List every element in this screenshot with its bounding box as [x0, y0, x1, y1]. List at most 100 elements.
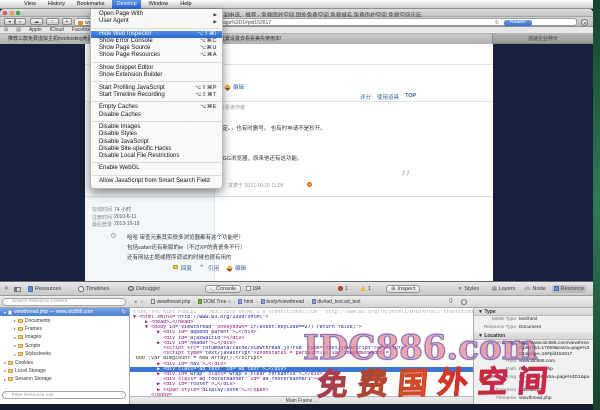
pretty-print-icon[interactable]: {}	[449, 298, 453, 304]
edit-link[interactable]: 编辑	[233, 83, 244, 91]
top-link[interactable]: TOP	[405, 93, 416, 99]
reader-button[interactable]: Reader	[504, 20, 532, 26]
breadcrumb-html[interactable]: html	[238, 299, 253, 305]
menubar-item-view[interactable]: View	[20, 0, 40, 9]
sidebar-tab-layers[interactable]: ▤Layers	[492, 286, 515, 292]
resources-icon	[28, 286, 33, 292]
new-tab-button[interactable]: +	[62, 18, 72, 25]
settings-gear-icon[interactable]	[461, 299, 467, 305]
tree-item-local-storage[interactable]: ▸Local Storage	[0, 367, 129, 375]
inspector-tab-debugger[interactable]: Debugger	[128, 286, 160, 292]
menu-separator	[92, 175, 221, 176]
back-button[interactable]: ◂	[4, 18, 15, 25]
nav-back-icon[interactable]: ◂	[134, 299, 137, 305]
filter-resource-input[interactable]	[2, 391, 126, 399]
element-icon	[238, 299, 242, 304]
close-inspector-icon[interactable]: ✕	[4, 286, 9, 292]
menu-item-disable-site-specific-hacks[interactable]: Disable Site-specific Hacks	[91, 146, 222, 153]
menu-item-show-snippet-editor[interactable]: Show Snippet Editor	[91, 65, 222, 72]
breadcrumb: viewthread.php› DOM Tree⇵› html› body#vi…	[151, 299, 361, 305]
bookmarks-list-icon[interactable]: ▤	[16, 27, 21, 33]
breadcrumb-body[interactable]: body#viewthread	[261, 299, 304, 305]
document-count-badge[interactable]: 194	[246, 286, 261, 292]
reply-link[interactable]: 回复	[181, 264, 192, 272]
minimize-window-button[interactable]	[10, 11, 14, 15]
menu-item-open-page-with[interactable]: Open Page With▶	[91, 11, 222, 18]
submenu-arrow-icon: ▶	[214, 18, 217, 25]
menu-item-disable-styles[interactable]: Disable Styles	[91, 131, 222, 138]
menubar-item-window[interactable]: Window	[145, 0, 173, 9]
menu-item-allow-javascript-from-smart-search-field[interactable]: Allow JavaScript from Smart Search Field	[91, 178, 222, 185]
nav-forward-icon[interactable]: ▸	[141, 299, 144, 305]
menu-item-empty-caches[interactable]: Empty Caches⌥⌘E	[91, 104, 222, 111]
console-button[interactable]: ›_Console	[205, 285, 241, 293]
menu-item-enable-webgl[interactable]: Enable WebGL	[91, 165, 222, 172]
menu-item-disable-images[interactable]: Disable Images	[91, 124, 222, 131]
breadcrumb-file[interactable]: viewthread.php	[151, 299, 190, 305]
bookmark-apple[interactable]: Apple	[29, 27, 42, 33]
gear-icon[interactable]	[581, 19, 588, 26]
user-status-icon[interactable]: +	[111, 233, 116, 238]
menubar-item-bookmarks[interactable]: Bookmarks	[73, 0, 109, 9]
zoom-window-button[interactable]	[16, 11, 20, 15]
inspect-button[interactable]: ⊕Inspect	[386, 285, 420, 293]
menu-item-start-timeline-recording[interactable]: Start Timeline Recording⌥⇧⌘T	[91, 92, 222, 99]
stat-value: 74 小时	[114, 206, 131, 213]
forward-button[interactable]: ▸	[15, 18, 26, 25]
section-header-type[interactable]: ▼ Type	[474, 308, 593, 316]
submenu-arrow-icon: ▶	[214, 11, 217, 18]
menu-item-hide-web-inspector[interactable]: Hide Web Inspector⌥⇧⌘I	[91, 31, 222, 38]
element-icon	[261, 299, 265, 304]
tree-item-images[interactable]: ▸Images	[0, 333, 129, 341]
menu-item-disable-javascript[interactable]: Disable JavaScript	[91, 139, 222, 146]
tab-inactive[interactable]: 测速企业特价	[493, 34, 593, 44]
console-prompt-icon: ›_	[210, 286, 214, 291]
tree-item-session-storage[interactable]: ▸Session Storage	[0, 375, 129, 383]
quote-link[interactable]: 引用	[208, 264, 219, 272]
inspector-tab-resources[interactable]: Resources	[28, 286, 61, 292]
tree-item-documents[interactable]: ▸Documents	[0, 316, 129, 324]
watermark-chinese: 免费国外空间	[316, 356, 560, 404]
bookmarks-bar: ⊞ ▤ Apple iCloud Facebook	[0, 27, 593, 34]
error-count-badge[interactable]: 1	[338, 286, 348, 292]
share-button[interactable]: ↑	[46, 18, 59, 25]
bookmark-icloud[interactable]: iCloud	[50, 27, 64, 33]
file-icon	[151, 299, 155, 304]
stat-label: 在线时间	[92, 206, 112, 213]
tree-item-scripts[interactable]: ▸Scripts	[0, 342, 129, 350]
reload-icon[interactable]: ↻	[495, 20, 499, 26]
menu-item-user-agent[interactable]: User Agent▶	[91, 18, 222, 25]
edit-link2[interactable]: 编辑	[235, 264, 246, 272]
folder-icon	[8, 369, 13, 373]
menubar-item-help[interactable]: Help	[176, 0, 195, 9]
rate-link[interactable]: 评分	[360, 93, 371, 101]
breadcrumb-div-ad-text[interactable]: div#ad_text.ad_text	[312, 299, 361, 305]
use-tools-link[interactable]: 使用道具	[377, 93, 399, 101]
tree-item-cookies[interactable]: ▸Cookies	[0, 358, 129, 366]
reload-resource-icon[interactable]: ↻	[122, 309, 129, 315]
tree-root-viewthread[interactable]: ▾viewthread.php — www.idc886.com↻	[0, 308, 129, 316]
tab-active[interactable]: 推荐三款免费虚拟主机freehosting免费空间及国外免费空间申请教程 申请得…	[0, 34, 493, 44]
warning-count-badge[interactable]: 1	[360, 286, 371, 292]
sidebar-tab-resource[interactable]: Resource	[552, 285, 586, 293]
close-window-button[interactable]	[3, 11, 7, 15]
menu-item-show-page-resources[interactable]: Show Page Resources⌥⌘A	[91, 52, 222, 59]
menu-item-start-profiling-javascript[interactable]: Start Profiling JavaScript⌥⇧⌘P	[91, 85, 222, 92]
sidebar-tab-styles[interactable]: ✕Styles	[458, 286, 479, 292]
menubar-item-develop[interactable]: Develop	[112, 0, 140, 9]
window-titlebar[interactable]: 苹果safari浏览器查看网页源代码的方法 - 国外免费空间申请、推荐 - 免费…	[0, 9, 593, 17]
menubar-item-history[interactable]: History	[44, 0, 69, 9]
resource-search-input[interactable]	[2, 298, 126, 306]
menu-item-disable-caches[interactable]: Disable Caches	[91, 112, 222, 119]
menu-item-disable-local-file-restrictions[interactable]: Disable Local File Restrictions	[91, 153, 222, 160]
folder-icon	[8, 361, 13, 365]
dock-side-icon[interactable]	[14, 287, 21, 293]
icloud-tabs-button[interactable]: ☁	[30, 18, 43, 25]
tree-item-stylesheets[interactable]: ▸Stylesheets	[0, 350, 129, 358]
sidebar-tab-node[interactable]: </>Node	[524, 286, 546, 292]
inspector-tab-timelines[interactable]: Timelines	[78, 286, 109, 292]
menu-item-show-extension-builder[interactable]: Show Extension Builder	[91, 72, 222, 79]
tree-item-frames[interactable]: ▸Frames	[0, 325, 129, 333]
top-sites-icon[interactable]: ⊞	[4, 27, 8, 33]
breadcrumb-dom-tree[interactable]: DOM Tree⇵	[198, 299, 231, 305]
